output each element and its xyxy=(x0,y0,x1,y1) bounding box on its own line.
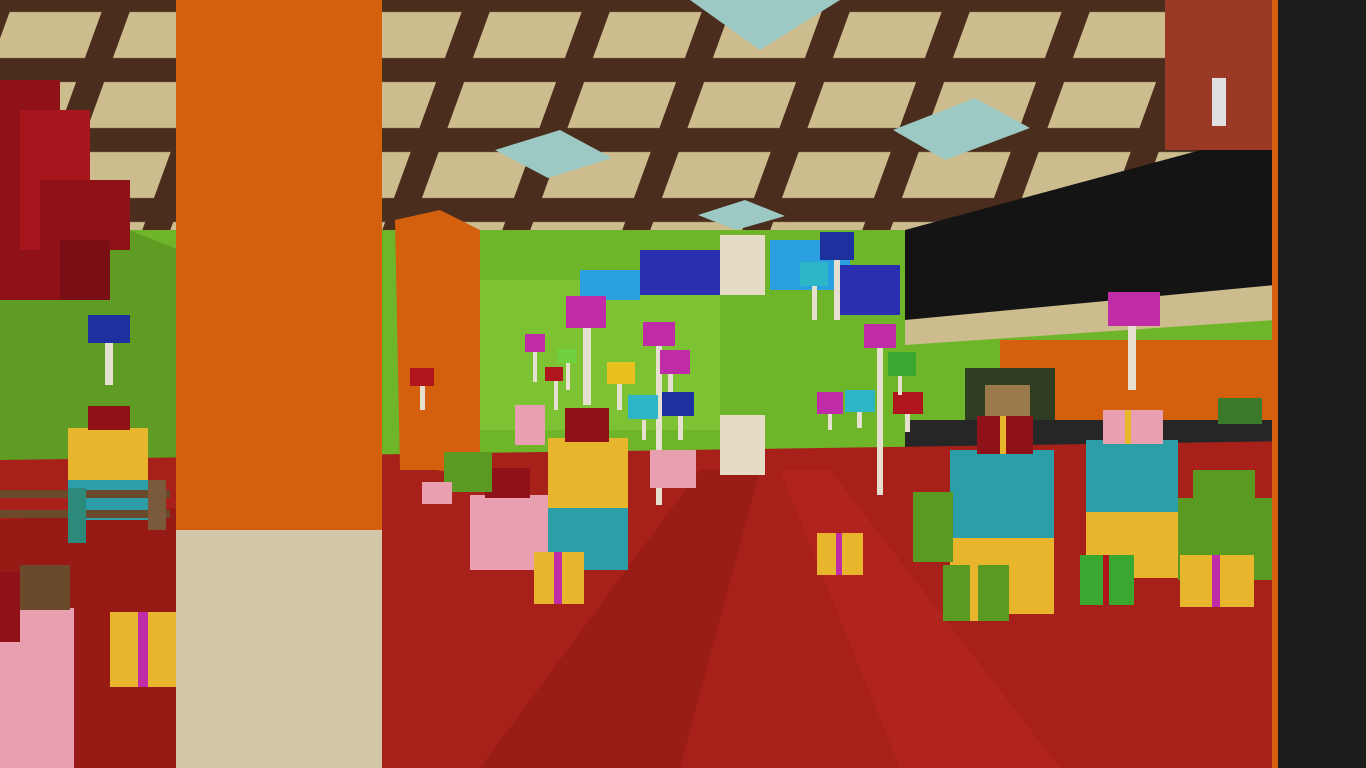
iron-hook xyxy=(1212,78,1226,126)
brick-overhang xyxy=(1165,0,1272,150)
game-scene xyxy=(0,0,1366,768)
gift-block xyxy=(1086,440,1178,512)
gift-block xyxy=(913,492,953,562)
gift-box xyxy=(565,408,609,442)
gift-block xyxy=(650,450,696,488)
gift-block xyxy=(548,438,628,508)
gift-box xyxy=(422,482,452,504)
gift-block xyxy=(68,428,148,480)
gift-box xyxy=(1103,410,1163,444)
gift-block xyxy=(950,450,1054,538)
gift-box xyxy=(88,406,130,430)
gift-box xyxy=(1193,470,1255,510)
game-viewport[interactable] xyxy=(0,0,1366,768)
foreground-pillar xyxy=(176,0,382,768)
chest xyxy=(20,565,70,610)
gift-block xyxy=(515,405,545,445)
right-wall xyxy=(1272,0,1366,768)
gift-box xyxy=(1218,398,1262,424)
